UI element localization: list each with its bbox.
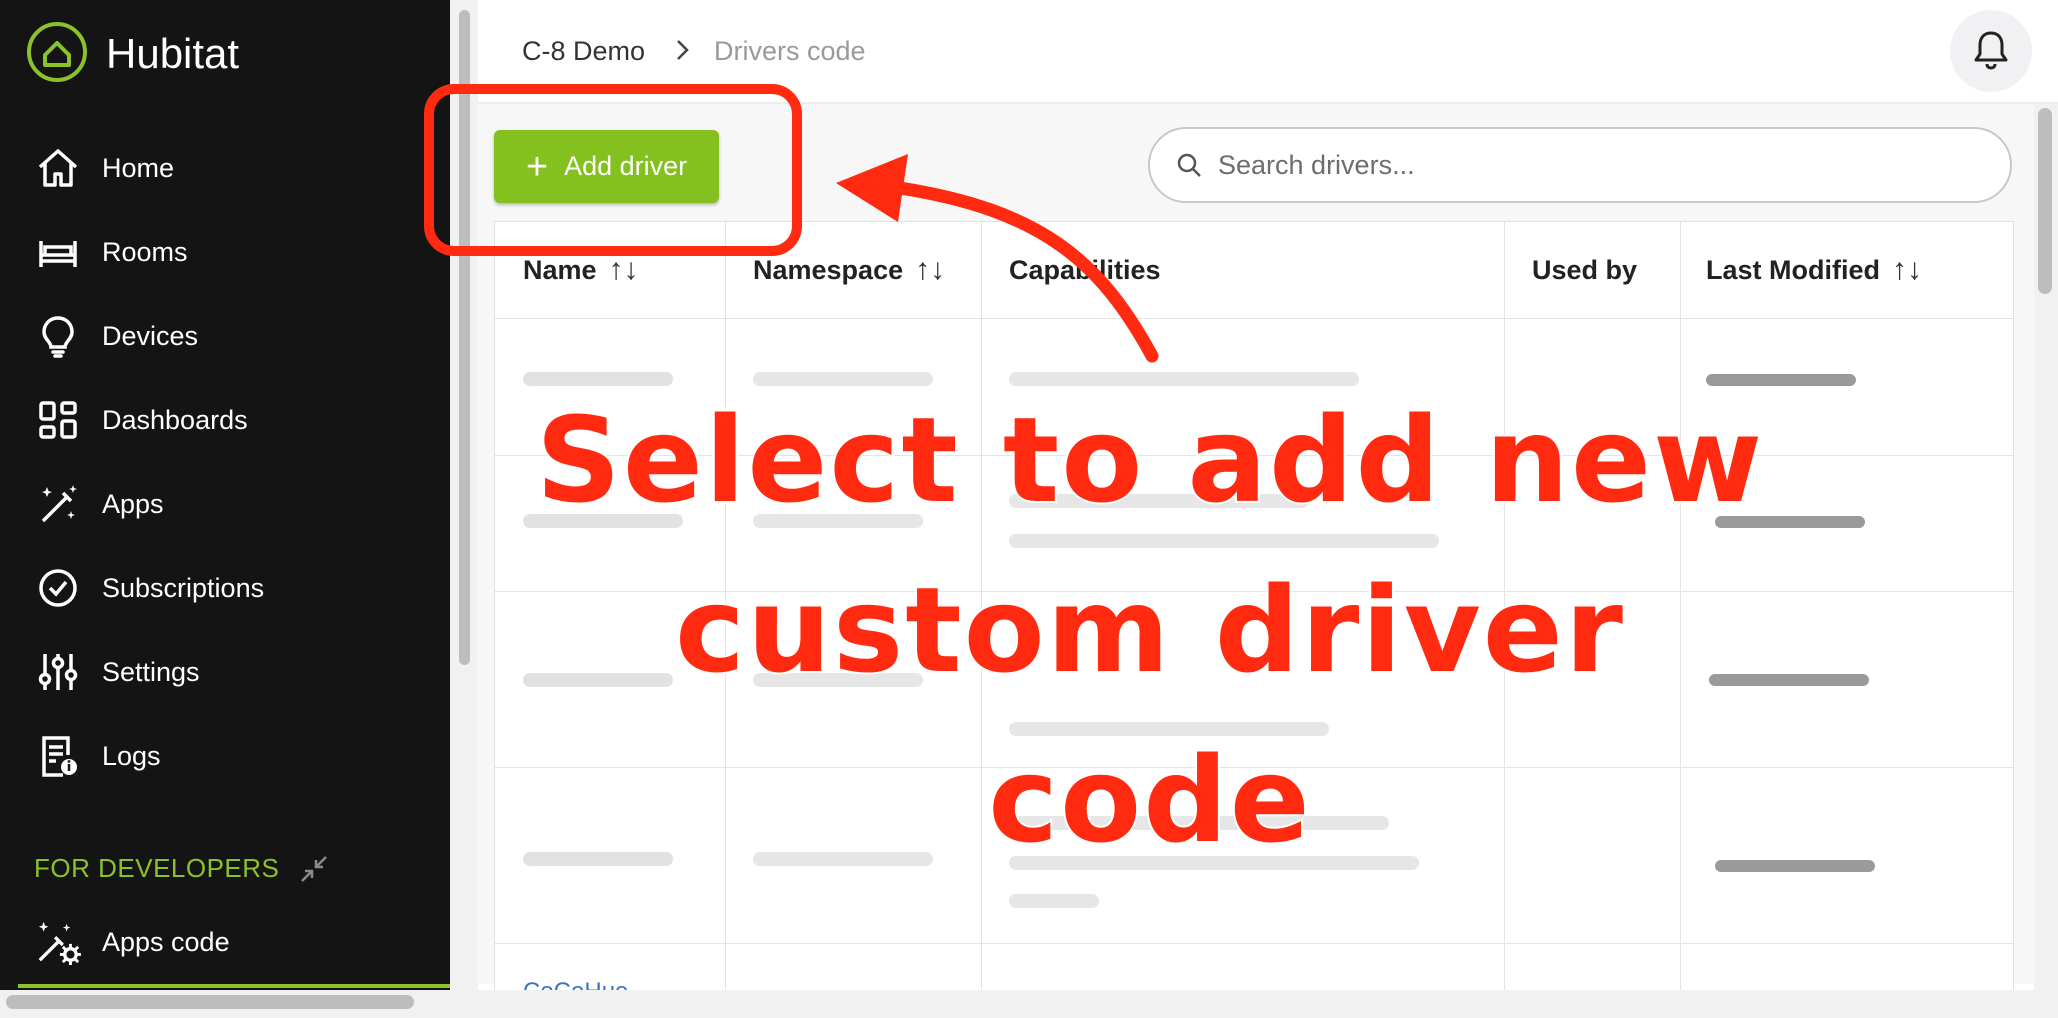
annotation-line: Select to add new [534, 389, 1765, 531]
content-scrollbar-thumb[interactable] [2038, 108, 2052, 294]
sidebar: Hubitat Home Rooms Devices Dashboards Ap… [0, 0, 450, 1018]
notifications-button[interactable] [1950, 10, 2032, 92]
sidebar-item-settings[interactable]: Settings [34, 642, 200, 702]
breadcrumb-current: Drivers code [714, 36, 866, 66]
collapse-arrows-icon[interactable] [299, 854, 329, 884]
sidebar-item-label: Dashboards [102, 404, 248, 435]
bed-icon [34, 228, 82, 276]
column-label: Capabilities [1009, 254, 1161, 285]
hubitat-logo-icon [26, 21, 88, 88]
column-label: Used by [1532, 254, 1638, 285]
column-label: Namespace [753, 254, 904, 285]
column-header-last-modified[interactable]: Last Modified ↑↓ [1706, 222, 1922, 318]
sidebar-item-home[interactable]: Home [34, 138, 174, 198]
sort-icon[interactable]: ↑↓ [915, 253, 945, 287]
sidebar-item-logs[interactable]: Logs [34, 726, 161, 786]
row-divider [495, 318, 2013, 319]
search-input[interactable] [1216, 148, 1980, 182]
chevron-right-icon [668, 36, 696, 64]
developer-section-header: FOR DEVELOPERS [34, 853, 329, 884]
dashboard-grid-icon [34, 396, 82, 444]
sidebar-item-label: Home [102, 152, 175, 183]
sidebar-item-label: Logs [102, 740, 161, 771]
sidebar-item-label: Rooms [102, 236, 188, 267]
sidebar-item-label: Apps [102, 488, 164, 519]
sidebar-item-apps[interactable]: Apps [34, 474, 164, 534]
sliders-icon [34, 648, 82, 696]
sidebar-item-dashboards[interactable]: Dashboards [34, 390, 248, 450]
sidebar-item-apps-code[interactable]: Apps code [34, 912, 230, 972]
column-header-used-by: Used by [1532, 222, 1637, 318]
annotation-text: Select to add new custom driver code [500, 375, 1800, 885]
sidebar-item-label: Devices [102, 320, 199, 351]
sidebar-item-label: Settings [102, 656, 200, 687]
sidebar-item-label: Subscriptions [102, 572, 265, 603]
app-title: Hubitat [106, 30, 240, 77]
sidebar-item-rooms[interactable]: Rooms [34, 222, 188, 282]
wand-gear-icon [34, 918, 82, 966]
sort-icon[interactable]: ↑↓ [609, 253, 639, 287]
highlight-box [424, 84, 802, 256]
magic-wand-icon [34, 480, 82, 528]
home-icon [34, 144, 82, 192]
annotation-line: code [986, 729, 1312, 871]
sidebar-item-devices[interactable]: Devices [34, 306, 198, 366]
column-label: Name [523, 254, 597, 285]
column-label: Last Modified [1706, 254, 1880, 285]
check-circle-icon [34, 564, 82, 612]
sidebar-item-subscriptions[interactable]: Subscriptions [34, 558, 264, 618]
log-document-icon [34, 732, 82, 780]
column-header-capabilities: Capabilities [1009, 222, 1161, 318]
horizontal-scrollbar-thumb[interactable] [6, 995, 414, 1009]
sort-icon[interactable]: ↑↓ [1892, 253, 1922, 287]
search-icon [1172, 148, 1206, 182]
sidebar-item-label: Apps code [102, 926, 230, 957]
annotation-line: custom driver [673, 559, 1625, 701]
developer-section-label: FOR DEVELOPERS [34, 853, 280, 883]
breadcrumb-hub[interactable]: C-8 Demo [522, 36, 645, 67]
search-drivers[interactable] [1148, 127, 2012, 203]
lightbulb-icon [34, 312, 82, 360]
active-item-indicator [18, 984, 450, 988]
bell-icon [1969, 27, 2013, 76]
row-divider [495, 943, 2013, 944]
brand[interactable]: Hubitat [26, 21, 240, 84]
redacted-cell [1009, 894, 1099, 908]
